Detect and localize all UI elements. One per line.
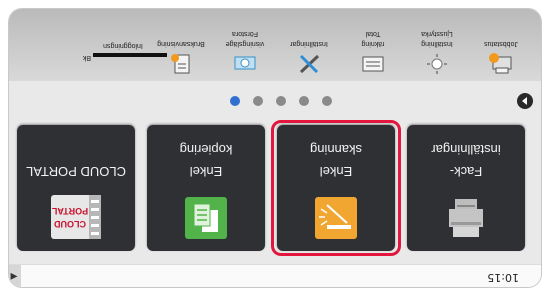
login-status[interactable]: Bk Inloggningsn: [9, 17, 169, 67]
shortcut-bar: Jobbstatus Inställning Ljusstyrka räknin…: [8, 8, 541, 81]
cloud-logo-text-top: CLOUD: [54, 219, 86, 229]
tile-copy-line1: Enkel: [189, 164, 223, 179]
shortcut-total-count[interactable]: räkning Total: [341, 9, 405, 79]
shortcut-total-count-line1: räkning: [361, 40, 385, 47]
shortcut-brightness-line1: Inställning: [421, 40, 453, 47]
photo-frame: 10:15 ◀ Fack- inställningar Enkel skanni…: [0, 0, 550, 296]
page-dot[interactable]: [253, 96, 263, 106]
login-label: Inloggningsn: [103, 42, 143, 49]
cloud-logo-text-bottom: PORTAL: [51, 206, 88, 216]
shortcut-magnify-line2: Förstora: [231, 30, 259, 37]
home-tiles: Fack- inställningar Enkel skanning Enkel…: [8, 115, 541, 265]
selection-highlight: [271, 120, 401, 256]
shortcut-magnify-mode[interactable]: visningsläge Förstora: [213, 9, 277, 79]
tile-copy-line2: kopiering: [179, 142, 233, 157]
touch-panel: 10:15 ◀ Fack- inställningar Enkel skanni…: [0, 0, 550, 296]
shortcut-brightness[interactable]: Inställning Ljusstyrka: [405, 9, 469, 79]
page-indicator: [8, 80, 541, 115]
next-page-arrow-icon[interactable]: [517, 93, 533, 109]
page-dot[interactable]: [230, 96, 240, 106]
login-name-bar: [93, 53, 167, 57]
manual-icon: [169, 53, 193, 75]
page-dot[interactable]: [322, 96, 332, 106]
login-prefix: Bk: [82, 54, 91, 61]
brightness-icon: [425, 53, 449, 75]
shortcut-magnify-line1: visningsläge: [225, 40, 265, 47]
job-status-icon: [489, 53, 513, 75]
tile-fax-settings[interactable]: Fack- inställningar: [407, 125, 525, 251]
copy-icon: [185, 197, 227, 239]
status-bar: 10:15 ◀: [8, 264, 541, 287]
fax-machine-icon: [445, 197, 487, 239]
clock: 10:15: [487, 271, 519, 284]
tile-easy-copy[interactable]: Enkel kopiering: [147, 125, 265, 251]
tile-fax-line2: inställningar: [431, 142, 501, 157]
side-panel-arrow-icon[interactable]: ◀: [8, 265, 21, 287]
shortcut-total-count-line2: Total: [365, 30, 381, 37]
device-screen: 10:15 ◀ Fack- inställningar Enkel skanni…: [8, 8, 542, 288]
tile-fax-line1: Fack-: [449, 164, 483, 179]
shortcut-brightness-line2: Ljusstyrka: [421, 30, 453, 37]
settings-icon: [297, 53, 321, 75]
shortcut-job-status-label: Jobbstatus: [484, 40, 518, 47]
shortcut-job-status[interactable]: Jobbstatus: [469, 9, 533, 79]
page-dot[interactable]: [276, 96, 286, 106]
cloud-portal-logo: CLOUD PORTAL: [51, 195, 101, 239]
shortcut-settings-label: Inställningar: [290, 40, 328, 47]
total-count-icon: [361, 53, 385, 75]
page-dot[interactable]: [299, 96, 309, 106]
magnify-icon: [233, 53, 257, 75]
tile-cloud-portal[interactable]: CLOUD PORTAL CLOUD PORTAL: [17, 125, 135, 251]
tile-cloud-line1: CLOUD PORTAL: [26, 164, 126, 179]
shortcut-settings[interactable]: Inställningar: [277, 9, 341, 79]
